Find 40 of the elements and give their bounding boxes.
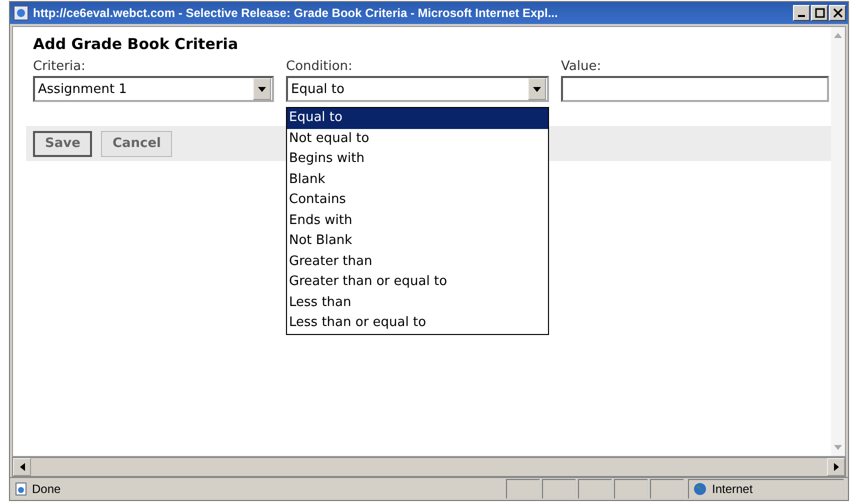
caret-icon bbox=[533, 86, 541, 92]
dropdown-option[interactable]: Less than or equal to bbox=[287, 313, 548, 334]
select-field[interactable]: Assignment 1 bbox=[33, 76, 274, 102]
dropdown-option[interactable]: Blank bbox=[287, 170, 548, 190]
vertical-scrollbar[interactable] bbox=[831, 27, 845, 456]
up-arrow-icon bbox=[834, 33, 842, 38]
dropdown-option[interactable]: Contains bbox=[287, 190, 548, 210]
dropdown-option[interactable]: Not equal to bbox=[287, 128, 548, 149]
page-icon bbox=[14, 482, 28, 496]
globe-icon bbox=[693, 482, 707, 496]
caret-icon bbox=[258, 86, 266, 92]
dropdown-option[interactable]: Greater than bbox=[287, 252, 548, 272]
status-text: Done bbox=[32, 482, 62, 496]
dropdown-option[interactable]: Begins with bbox=[287, 149, 548, 170]
value-field[interactable] bbox=[561, 76, 829, 102]
left-arrow-icon bbox=[20, 463, 24, 471]
close-icon bbox=[832, 8, 842, 18]
close-button[interactable] bbox=[829, 5, 846, 21]
dropdown-option[interactable]: Ends with bbox=[287, 210, 548, 231]
minimize-icon bbox=[798, 15, 805, 17]
horizontal-scrollbar[interactable] bbox=[12, 457, 846, 477]
cancel-button[interactable]: Cancel bbox=[101, 130, 172, 156]
right-arrow-icon bbox=[834, 463, 838, 471]
dropdown-option[interactable]: Not Blank bbox=[287, 231, 548, 252]
page-heading: Add Grade Book Criteria bbox=[33, 35, 240, 53]
dropdown-option[interactable]: Less than bbox=[287, 292, 548, 313]
save-button[interactable]: Save bbox=[33, 130, 92, 156]
dropdown-option[interactable]: Greater than or equal to bbox=[287, 272, 548, 292]
zone-text: Internet bbox=[712, 482, 753, 496]
select-field[interactable]: Equal to bbox=[286, 76, 549, 102]
field-label: Value: bbox=[561, 59, 602, 74]
field-label: Criteria: bbox=[33, 59, 86, 74]
maximize-button[interactable] bbox=[811, 5, 828, 21]
minimize-button[interactable] bbox=[793, 5, 810, 21]
down-arrow-icon bbox=[834, 445, 842, 450]
maximize-icon bbox=[814, 8, 824, 18]
browser-icon bbox=[13, 5, 29, 21]
field-label: Condition: bbox=[286, 59, 354, 74]
dropdown-option[interactable]: Equal to bbox=[287, 108, 548, 128]
window-title: http://ce6eval.webct.com - Selective Release: Grade Book Criteria - Microsoft Internet Expl... bbox=[33, 6, 559, 20]
